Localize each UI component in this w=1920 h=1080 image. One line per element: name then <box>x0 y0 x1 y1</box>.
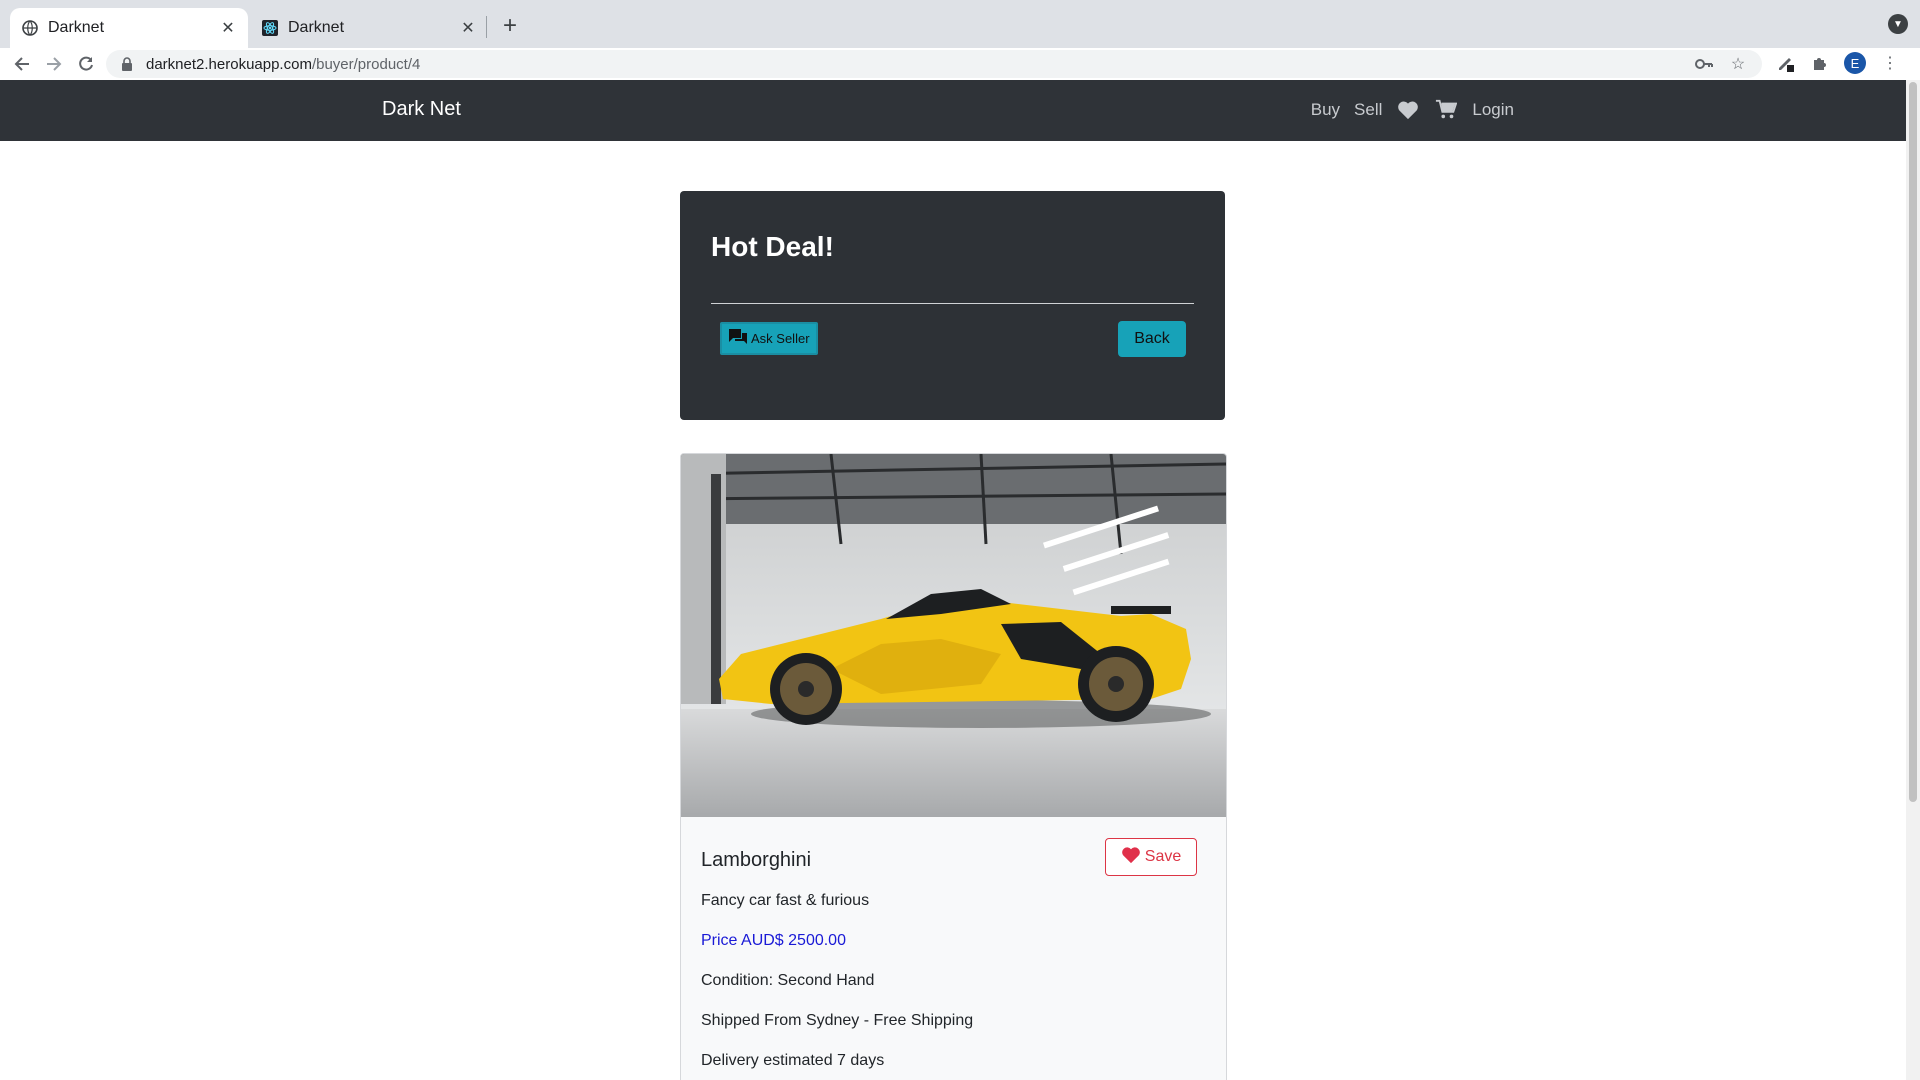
product-card: Lamborghini Save Fancy car fast & furiou… <box>680 453 1227 1080</box>
site-navbar: Dark Net Buy Sell Login <box>0 80 1906 141</box>
ask-seller-button[interactable]: Ask Seller <box>720 322 818 355</box>
ask-seller-label: Ask Seller <box>751 331 810 346</box>
heart-icon[interactable] <box>1396 98 1420 122</box>
chat-icon <box>728 328 748 349</box>
divider <box>711 303 1194 304</box>
save-label: Save <box>1144 848 1182 865</box>
save-button[interactable]: Save <box>1105 838 1197 876</box>
react-icon <box>262 20 278 36</box>
page-viewport: Dark Net Buy Sell Login Hot Deal! Ask Se… <box>0 80 1906 1080</box>
url-text: darknet2.herokuapp.com/buyer/product/4 <box>146 55 421 73</box>
back-arrow-icon[interactable] <box>8 50 36 78</box>
nav-login[interactable]: Login <box>1472 100 1514 120</box>
key-icon[interactable] <box>1694 54 1714 74</box>
lock-icon[interactable] <box>120 57 134 71</box>
page-title: Hot Deal! <box>711 231 834 262</box>
product-title: Lamborghini <box>701 849 812 871</box>
address-bar[interactable]: darknet2.herokuapp.com/buyer/product/4 ☆ <box>106 50 1762 78</box>
nav-links: Buy Sell Login <box>1311 98 1514 122</box>
puzzle-icon[interactable] <box>1810 53 1830 73</box>
back-button[interactable]: Back <box>1118 321 1186 357</box>
forward-arrow-icon[interactable] <box>40 50 68 78</box>
tab-strip: Darknet ✕ Darknet ✕ + ▼ <box>0 0 1920 48</box>
product-price: Price AUD$ 2500.00 <box>701 932 846 949</box>
product-delivery: Delivery estimated 7 days <box>701 1052 885 1069</box>
tab-darknet-active[interactable]: Darknet ✕ <box>10 8 248 48</box>
product-shipping: Shipped From Sydney - Free Shipping <box>701 1012 974 1029</box>
nav-sell[interactable]: Sell <box>1354 100 1382 120</box>
product-condition: Condition: Second Hand <box>701 972 875 989</box>
tab-separator <box>486 16 487 38</box>
hot-deal-panel: Hot Deal! Ask Seller Back <box>680 191 1225 420</box>
tab-title: Darknet <box>48 19 105 36</box>
plus-icon[interactable]: + <box>496 12 524 40</box>
product-description: Fancy car fast & furious <box>701 892 870 909</box>
close-icon[interactable]: ✕ <box>458 18 478 38</box>
profile-avatar[interactable]: E <box>1844 52 1866 74</box>
site-brand[interactable]: Dark Net <box>382 98 461 121</box>
cart-icon[interactable] <box>1434 98 1458 122</box>
browser-toolbar: darknet2.herokuapp.com/buyer/product/4 ☆… <box>0 48 1920 81</box>
heart-icon <box>1121 846 1141 869</box>
globe-icon <box>22 20 38 36</box>
close-icon[interactable]: ✕ <box>218 18 238 38</box>
nav-buy[interactable]: Buy <box>1311 100 1340 120</box>
tab-search-icon[interactable]: ▼ <box>1888 14 1908 34</box>
product-image <box>681 454 1226 817</box>
tab-darknet-2[interactable]: Darknet ✕ <box>250 8 488 48</box>
reload-icon[interactable] <box>72 50 100 78</box>
extension-icon[interactable] <box>1776 53 1796 73</box>
page-scrollbar[interactable] <box>1906 80 1920 1080</box>
menu-dots-icon[interactable]: ⋮ <box>1880 53 1900 73</box>
tab-title: Darknet <box>288 19 345 36</box>
star-icon[interactable]: ☆ <box>1728 54 1748 74</box>
scrollbar-thumb[interactable] <box>1909 82 1917 802</box>
